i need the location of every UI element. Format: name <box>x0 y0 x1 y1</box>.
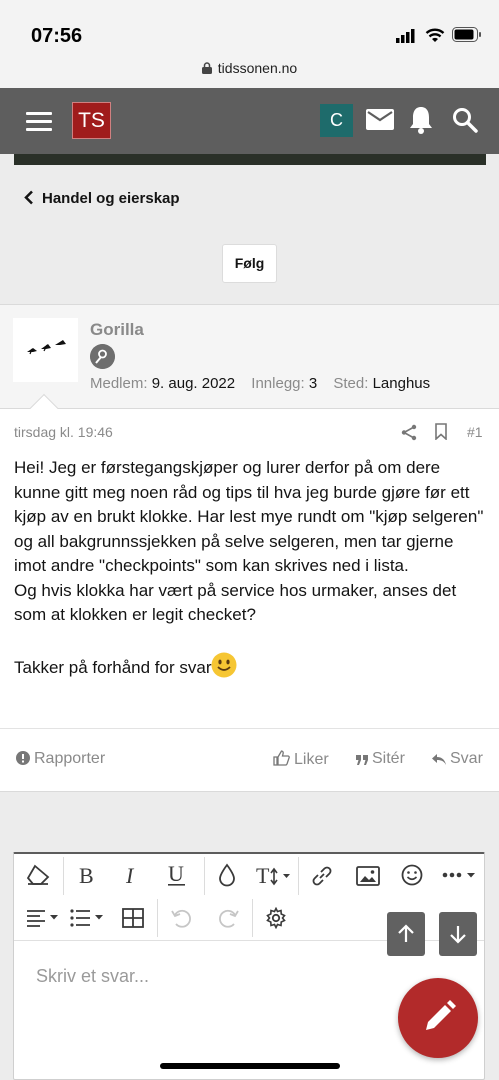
report-button[interactable]: Rapporter <box>16 750 105 768</box>
wifi-icon <box>425 28 445 42</box>
toolbar-separator <box>157 899 158 937</box>
author-username[interactable]: Gorilla <box>90 320 144 340</box>
report-icon <box>16 751 30 765</box>
search-icon[interactable] <box>452 107 478 133</box>
post-paragraph-last: Takker på forhånd for svar <box>14 652 490 681</box>
toolbar-separator <box>252 899 253 937</box>
arrow-down-icon <box>450 926 466 944</box>
list-icon[interactable] <box>70 908 108 928</box>
location-label: Sted: <box>333 375 369 392</box>
mail-icon[interactable] <box>366 109 394 130</box>
bookmark-icon[interactable] <box>434 423 448 440</box>
post-message: Hei! Jeg er førstegangskjøper og lurer d… <box>14 456 490 681</box>
status-time: 07:56 <box>31 25 83 47</box>
post-paragraph: Hei! Jeg er førstegangskjøper og lurer d… <box>14 458 484 575</box>
home-indicator <box>160 1063 340 1069</box>
quote-button[interactable]: Sitér <box>356 750 405 768</box>
svg-text:U: U <box>168 862 184 886</box>
author-avatar[interactable] <box>13 318 78 382</box>
signal-icon <box>396 29 415 43</box>
svg-text:I: I <box>125 864 135 886</box>
reply-label: Svar <box>450 750 483 767</box>
user-badge-icon <box>90 344 115 369</box>
eraser-icon[interactable] <box>26 864 50 886</box>
pencil-icon <box>426 1000 456 1030</box>
address-bar[interactable]: tidssonen.no <box>0 60 499 76</box>
quote-icon <box>356 755 368 765</box>
arrow-up-icon <box>398 924 414 942</box>
image-icon[interactable] <box>356 866 380 886</box>
underline-icon[interactable]: U <box>166 862 188 888</box>
breadcrumb[interactable]: Handel og eierskap <box>24 190 180 207</box>
svg-text:T: T <box>256 863 270 887</box>
align-icon[interactable] <box>27 908 63 928</box>
more-options-icon[interactable] <box>442 870 478 880</box>
svg-text:B: B <box>79 864 94 886</box>
redo-icon[interactable] <box>216 906 240 930</box>
breadcrumb-label: Handel og eierskap <box>42 190 180 207</box>
reply-button[interactable]: Svar <box>432 750 483 768</box>
smile-emoji-icon <box>211 652 237 678</box>
site-logo[interactable]: TS <box>72 102 111 139</box>
emoji-icon[interactable] <box>401 864 423 886</box>
reply-icon <box>432 754 446 765</box>
battery-icon <box>452 27 481 42</box>
post-number[interactable]: #1 <box>467 424 483 440</box>
divider <box>0 728 499 729</box>
undo-icon[interactable] <box>170 906 194 930</box>
settings-gear-icon[interactable] <box>265 907 287 929</box>
member-value: 9. aug. 2022 <box>151 375 236 392</box>
scroll-down-button[interactable] <box>439 912 477 956</box>
scroll-up-button[interactable] <box>387 912 425 956</box>
italic-icon[interactable]: I <box>124 864 140 886</box>
text-color-icon[interactable] <box>218 863 236 887</box>
post-paragraph-text: Takker på forhånd for svar <box>14 658 212 677</box>
table-icon[interactable] <box>122 908 144 928</box>
text-size-icon[interactable]: T <box>256 863 292 887</box>
reply-input-placeholder[interactable]: Skriv et svar... <box>36 966 149 987</box>
user-avatar[interactable]: C <box>320 104 353 137</box>
lock-icon <box>201 62 212 74</box>
posts-label: Innlegg: <box>251 375 305 392</box>
post-date[interactable]: tirsdag kl. 19:46 <box>14 424 113 440</box>
follow-button[interactable]: Følg <box>222 244 277 283</box>
toolbar-separator <box>298 857 299 895</box>
hamburger-icon[interactable] <box>26 112 52 131</box>
chevron-left-icon <box>24 190 33 205</box>
post-paragraph: Og hvis klokka har vært på service hos u… <box>14 580 457 625</box>
report-label: Rapporter <box>34 750 106 767</box>
url-text: tidssonen.no <box>217 60 298 76</box>
like-icon <box>273 750 290 766</box>
bell-icon[interactable] <box>408 105 434 135</box>
toolbar-separator <box>204 857 205 895</box>
toolbar-separator <box>63 857 64 895</box>
like-button[interactable]: Liker <box>273 750 329 769</box>
share-icon[interactable] <box>401 424 417 441</box>
header-banner-image <box>14 154 486 165</box>
like-label: Liker <box>294 751 329 768</box>
posts-value: 3 <box>308 375 318 392</box>
location-value: Langhus <box>372 375 431 392</box>
write-reply-fab[interactable] <box>398 978 478 1058</box>
link-icon[interactable] <box>310 864 334 888</box>
quote-label: Sitér <box>372 750 405 767</box>
author-meta: Medlem: 9. aug. 2022 Innlegg: 3 Sted: La… <box>90 375 430 392</box>
member-label: Medlem: <box>90 375 148 392</box>
bold-icon[interactable]: B <box>78 864 98 886</box>
